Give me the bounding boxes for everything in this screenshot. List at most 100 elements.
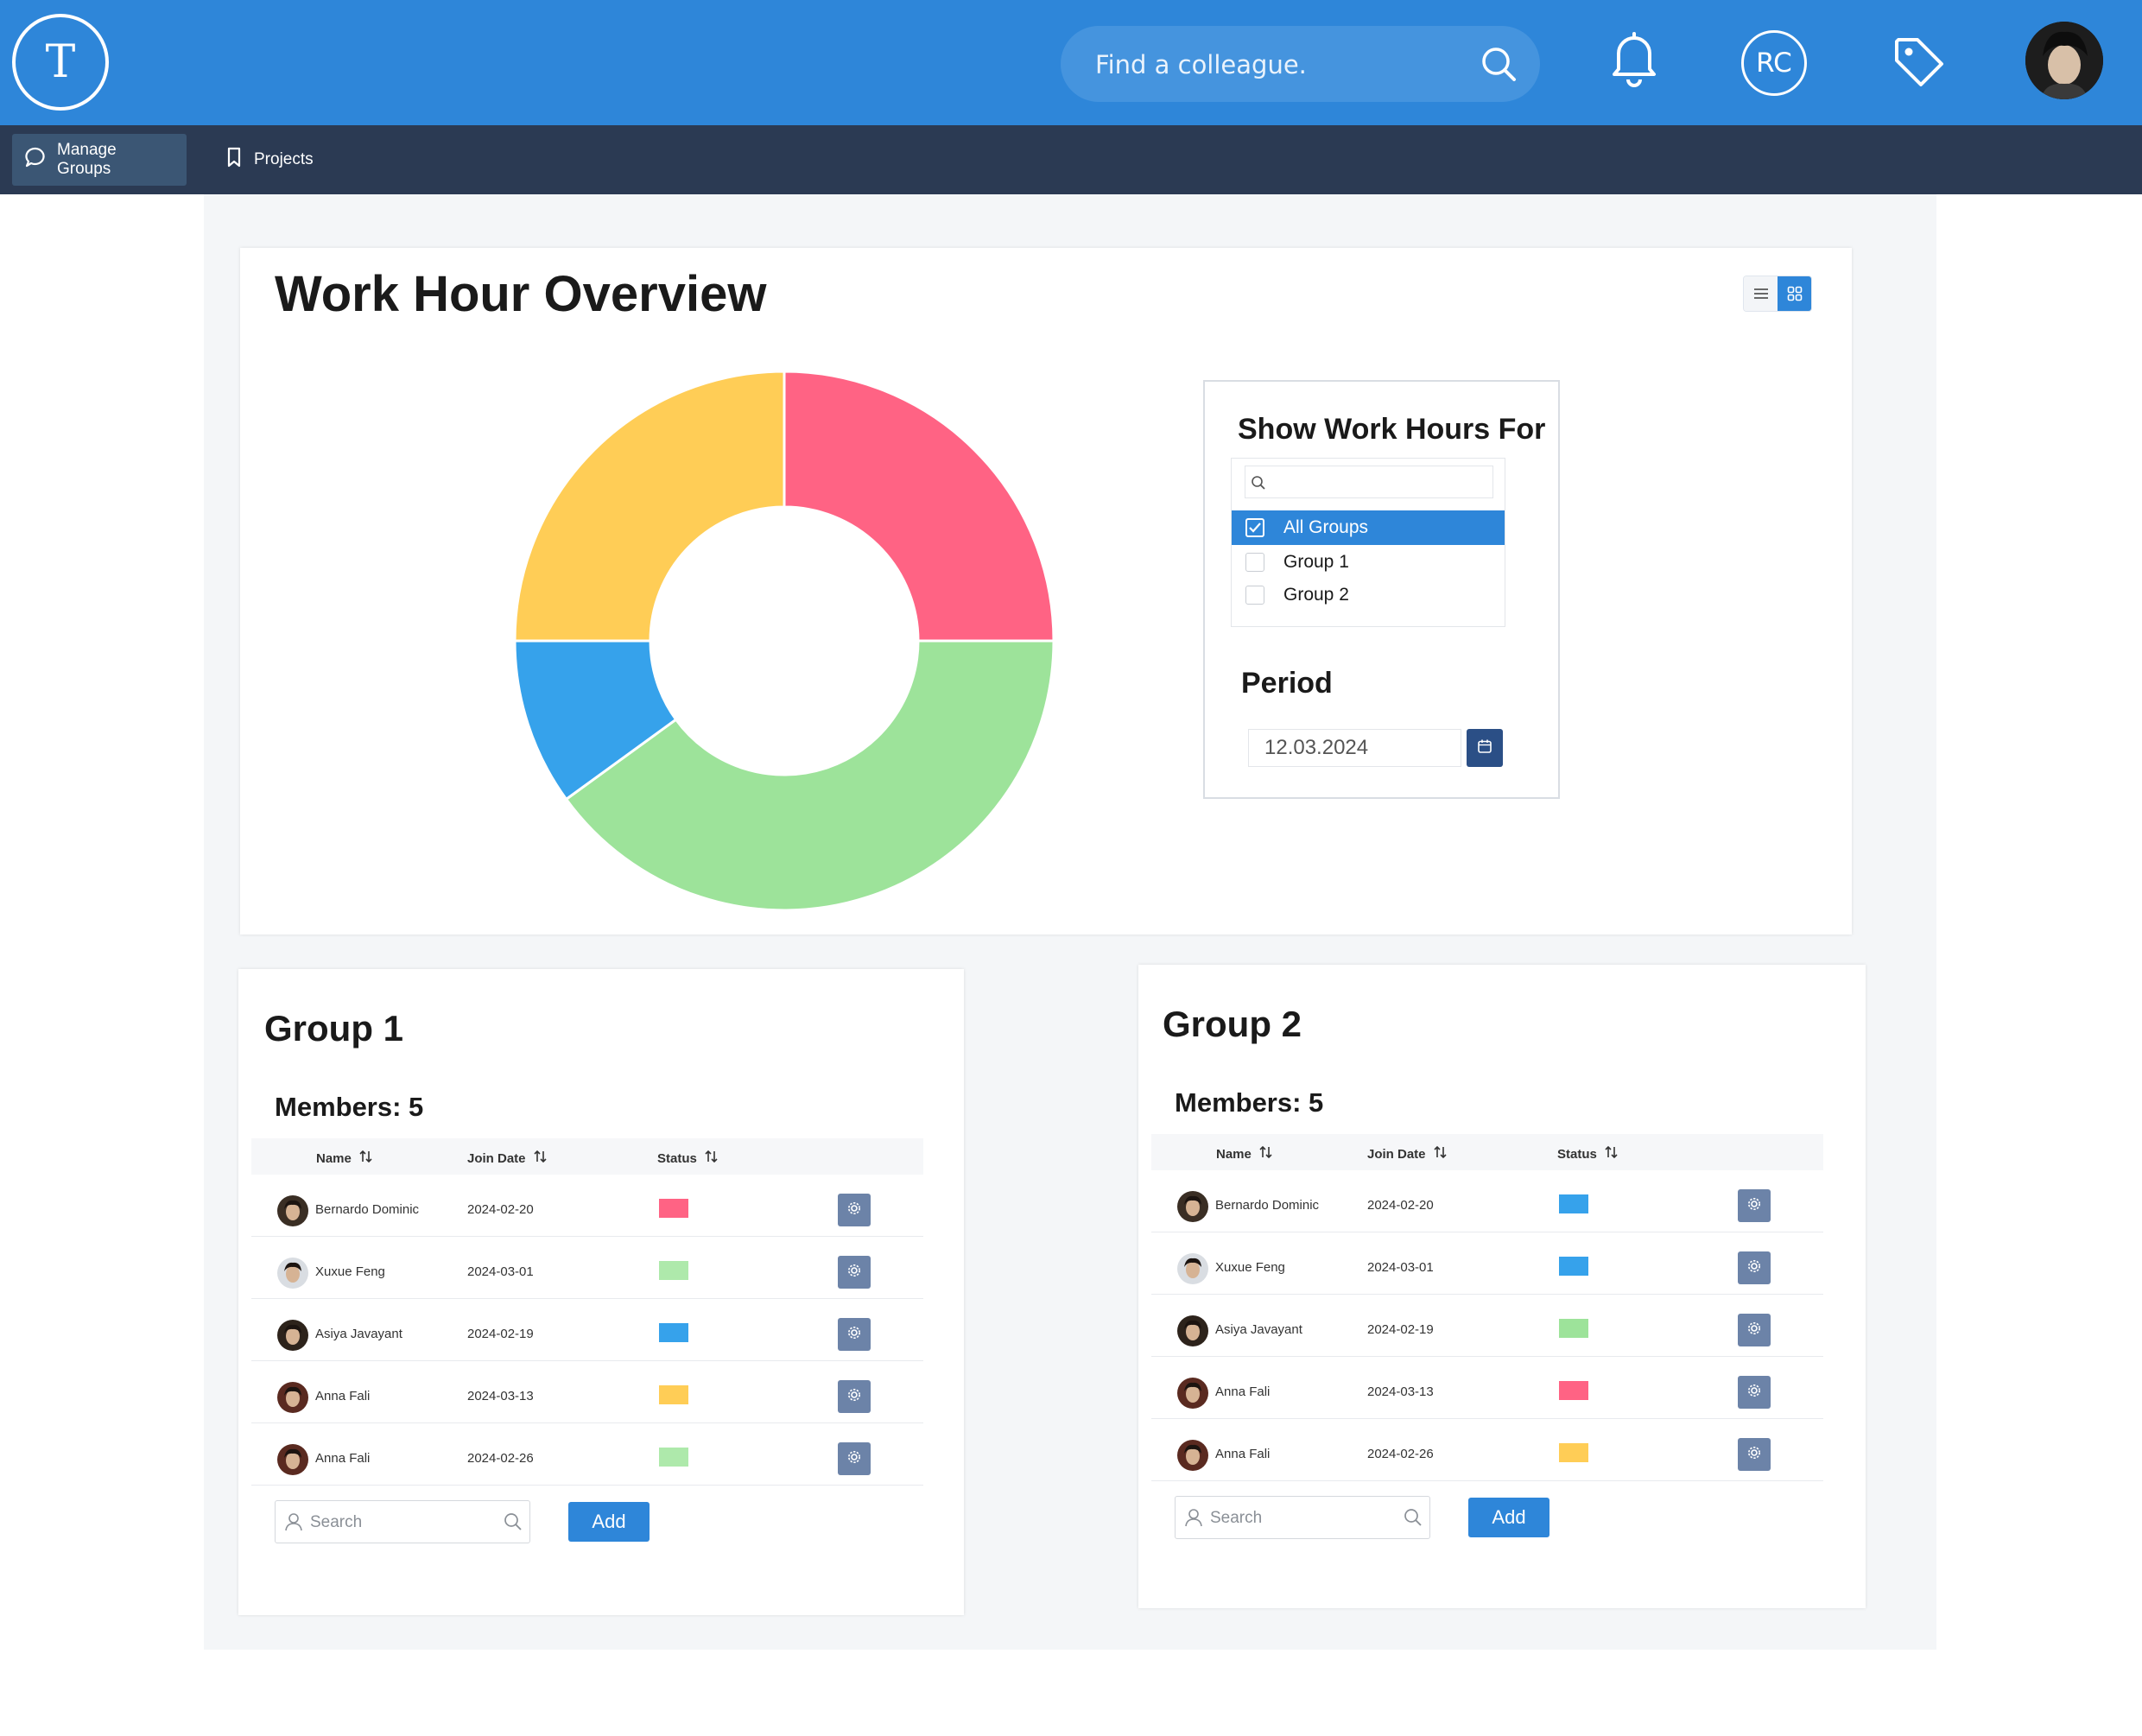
column-header[interactable]: Join Date	[467, 1149, 548, 1168]
sort-icon[interactable]	[533, 1149, 548, 1168]
sort-icon[interactable]	[1433, 1144, 1448, 1163]
member-settings-button[interactable]	[838, 1442, 871, 1475]
member-name[interactable]: Bernardo Dominic	[315, 1202, 419, 1217]
group-title: Group 1	[264, 1008, 404, 1049]
add-member-button[interactable]: Add	[1468, 1498, 1549, 1537]
user-icon	[284, 1511, 303, 1536]
user-initials-avatar[interactable]: RC	[1741, 30, 1807, 96]
gear-icon	[846, 1387, 862, 1406]
member-avatar	[277, 1444, 308, 1475]
top-bar: T RC	[0, 0, 2142, 125]
member-settings-button[interactable]	[838, 1318, 871, 1351]
status-indicator	[659, 1385, 688, 1404]
member-settings-button[interactable]	[1738, 1251, 1771, 1284]
search-icon	[1251, 475, 1266, 495]
member-search[interactable]	[275, 1500, 530, 1543]
member-search-input[interactable]	[1208, 1507, 1390, 1530]
column-header-label: Name	[1216, 1146, 1252, 1162]
column-header[interactable]: Status	[1557, 1144, 1619, 1163]
member-name[interactable]: Bernardo Dominic	[1215, 1198, 1319, 1213]
member-name[interactable]: Anna Fali	[1215, 1384, 1270, 1399]
member-join-date: 2024-02-19	[1367, 1322, 1434, 1337]
filter-option-all-groups[interactable]: All Groups	[1232, 510, 1505, 545]
member-settings-button[interactable]	[1738, 1314, 1771, 1346]
member-avatar	[277, 1258, 308, 1289]
period-date-field[interactable]	[1248, 729, 1461, 767]
member-join-date: 2024-02-20	[467, 1202, 534, 1217]
group-title: Group 2	[1163, 1004, 1302, 1044]
member-avatar	[1177, 1440, 1208, 1471]
status-indicator	[659, 1323, 688, 1342]
status-indicator	[659, 1448, 688, 1467]
gear-icon	[846, 1201, 862, 1220]
work-hours-filter: Show Work Hours For All Groups Group 1 G…	[1203, 380, 1560, 799]
column-header[interactable]: Status	[657, 1149, 719, 1168]
status-indicator	[1559, 1194, 1588, 1213]
search-icon[interactable]	[1480, 45, 1518, 90]
member-name[interactable]: Anna Fali	[315, 1389, 370, 1403]
colleague-search[interactable]	[1061, 26, 1540, 102]
group-card: Group 1 Members: 5 Name Join Date Status…	[238, 969, 964, 1615]
column-header[interactable]: Name	[316, 1149, 374, 1168]
donut-slice[interactable]	[783, 370, 1055, 643]
bell-icon[interactable]	[1608, 29, 1660, 92]
nav-bar: Manage Groups Projects	[0, 125, 2142, 194]
member-settings-button[interactable]	[838, 1256, 871, 1289]
member-name[interactable]: Anna Fali	[1215, 1447, 1270, 1461]
checkbox-checked[interactable]	[1245, 518, 1264, 537]
member-search-input[interactable]	[308, 1511, 490, 1534]
filter-option-group-1[interactable]: Group 1	[1232, 545, 1505, 580]
donut-slice[interactable]	[513, 370, 786, 643]
grid-view-icon[interactable]	[1778, 276, 1811, 311]
list-view-icon[interactable]	[1744, 276, 1778, 311]
app-logo[interactable]: T	[12, 14, 109, 111]
gear-icon	[846, 1449, 862, 1468]
column-header[interactable]: Join Date	[1367, 1144, 1448, 1163]
search-icon[interactable]	[504, 1512, 523, 1536]
table-header: Name Join Date Status	[251, 1138, 923, 1175]
nav-item-projects[interactable]: Projects	[204, 134, 334, 186]
status-indicator	[659, 1199, 688, 1218]
member-name[interactable]: Asiya Javayant	[315, 1327, 402, 1341]
checkbox-unchecked[interactable]	[1245, 586, 1264, 605]
view-toggle[interactable]	[1743, 276, 1812, 312]
table-row: Xuxue Feng 2024-03-01	[251, 1237, 923, 1299]
status-indicator	[1559, 1381, 1588, 1400]
member-avatar	[1177, 1315, 1208, 1346]
filter-option-group-2[interactable]: Group 2	[1232, 578, 1505, 612]
member-name[interactable]: Xuxue Feng	[315, 1264, 385, 1279]
sort-icon[interactable]	[704, 1149, 719, 1168]
member-settings-button[interactable]	[1738, 1189, 1771, 1222]
member-name[interactable]: Xuxue Feng	[1215, 1260, 1285, 1275]
group-filter-list: All Groups Group 1 Group 2	[1231, 458, 1505, 627]
member-settings-button[interactable]	[838, 1380, 871, 1413]
calendar-button[interactable]	[1467, 729, 1503, 767]
member-name[interactable]: Anna Fali	[315, 1451, 370, 1466]
sort-icon[interactable]	[358, 1149, 374, 1168]
column-header-label: Status	[1557, 1146, 1597, 1162]
member-settings-button[interactable]	[1738, 1438, 1771, 1471]
sort-icon[interactable]	[1258, 1144, 1274, 1163]
filter-search-input[interactable]	[1245, 466, 1493, 498]
nav-item-label: Manage Groups	[57, 141, 117, 178]
column-header[interactable]: Name	[1216, 1144, 1274, 1163]
add-member-button[interactable]: Add	[568, 1502, 650, 1542]
members-count: Members: 5	[275, 1092, 424, 1122]
checkbox-unchecked[interactable]	[1245, 553, 1264, 572]
colleague-search-input[interactable]	[1093, 47, 1473, 83]
member-search[interactable]	[1175, 1496, 1430, 1539]
period-title: Period	[1241, 667, 1333, 700]
tag-icon[interactable]	[1892, 35, 1947, 94]
user-profile-photo[interactable]	[2025, 22, 2103, 99]
gear-icon	[1746, 1258, 1762, 1277]
member-settings-button[interactable]	[1738, 1376, 1771, 1409]
nav-item-manage-groups[interactable]: Manage Groups	[12, 134, 187, 186]
search-icon[interactable]	[1404, 1508, 1423, 1531]
work-hour-overview-card: Work Hour Overview Show Work Hours For A…	[240, 248, 1852, 935]
sort-icon[interactable]	[1604, 1144, 1619, 1163]
member-name[interactable]: Asiya Javayant	[1215, 1322, 1302, 1337]
column-header-label: Join Date	[467, 1150, 526, 1166]
work-hour-donut-chart	[513, 370, 1055, 912]
period-date-input[interactable]	[1263, 735, 1435, 761]
member-settings-button[interactable]	[838, 1194, 871, 1226]
